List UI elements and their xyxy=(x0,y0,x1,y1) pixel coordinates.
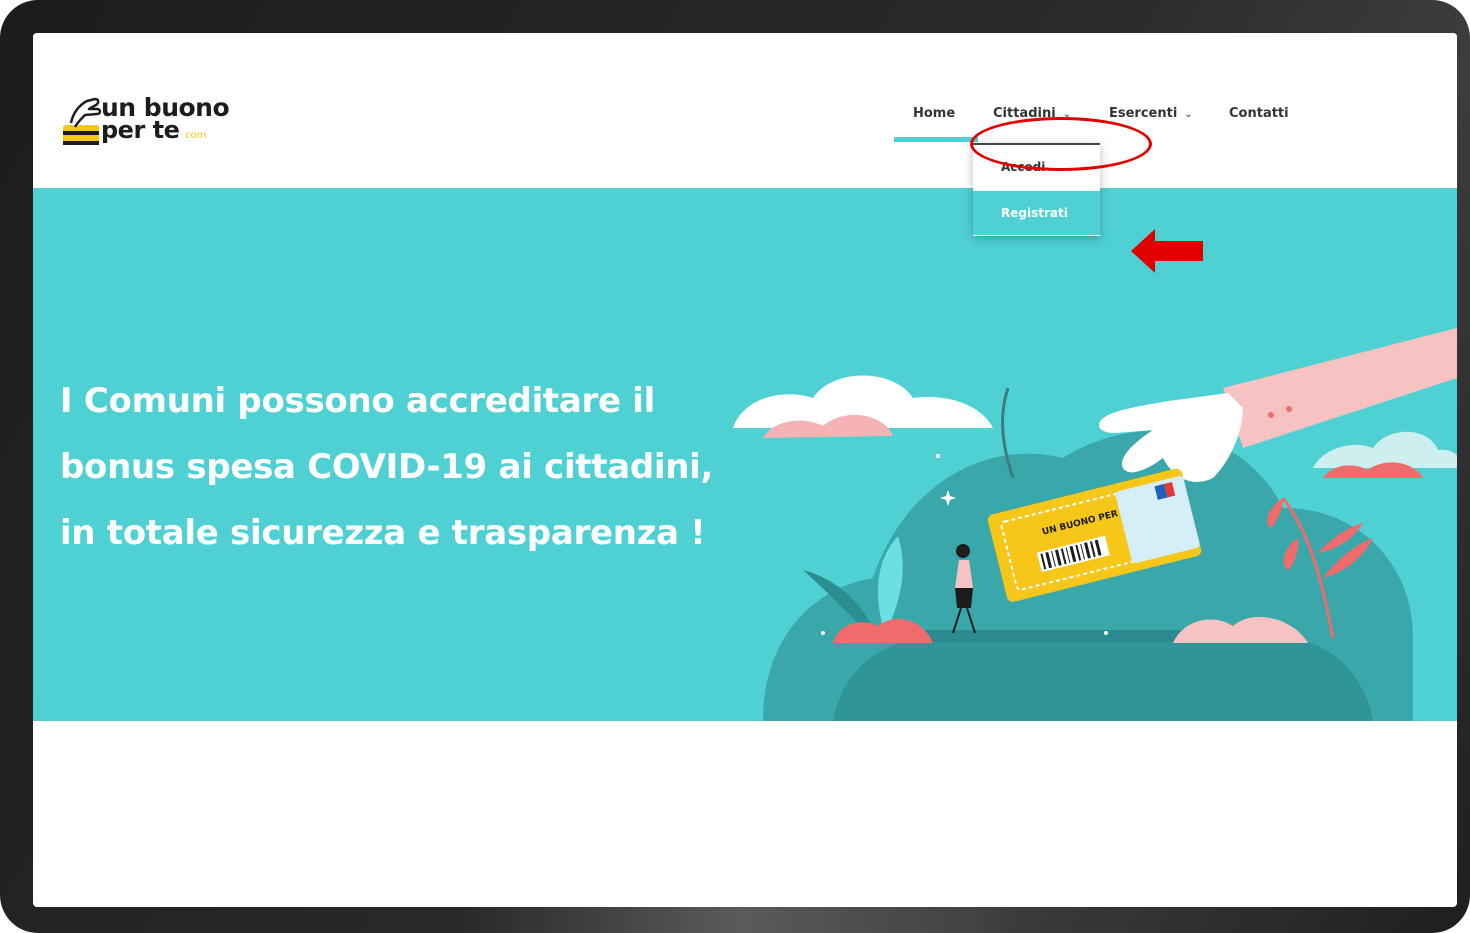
main-nav: Home Cittadini ⌄ Esercenti ⌄ Contatti xyxy=(33,106,1457,126)
nav-item-home-label: Home xyxy=(913,106,956,121)
dropdown-item-registrati[interactable]: Registrati xyxy=(973,191,1100,235)
hero-illustration: UN BUONO PER TE xyxy=(733,328,1457,721)
nav-item-contatti[interactable]: Contatti xyxy=(1229,106,1289,121)
logo-suffix: com xyxy=(185,130,207,141)
browser-viewport: un buono per te com Home Cittadini ⌄ Eser… xyxy=(33,33,1457,907)
hero-line-2: bonus spesa COVID-19 ai cittadini, xyxy=(60,447,714,487)
hero-headline: I Comuni possono accreditare il bonus sp… xyxy=(60,368,740,566)
nav-item-contatti-label: Contatti xyxy=(1229,106,1289,121)
device-frame-sheen xyxy=(460,905,1020,933)
dropdown-item-registrati-label: Registrati xyxy=(1001,206,1068,220)
active-nav-indicator xyxy=(894,137,978,142)
site-header: un buono per te com Home Cittadini ⌄ Eser… xyxy=(33,33,1457,188)
hero-line-1: I Comuni possono accreditare il xyxy=(60,381,655,421)
red-arrow-left-icon xyxy=(1131,229,1203,273)
chevron-down-icon: ⌄ xyxy=(1184,109,1193,120)
hero-banner: I Comuni possono accreditare il bonus sp… xyxy=(33,188,1457,721)
nav-item-esercenti[interactable]: Esercenti ⌄ xyxy=(1109,106,1193,121)
annotation-highlight-circle xyxy=(970,117,1152,171)
nav-item-esercenti-label: Esercenti xyxy=(1109,106,1178,121)
hero-line-3: in totale sicurezza e trasparenza ! xyxy=(60,513,706,553)
nav-item-home[interactable]: Home xyxy=(913,106,955,121)
